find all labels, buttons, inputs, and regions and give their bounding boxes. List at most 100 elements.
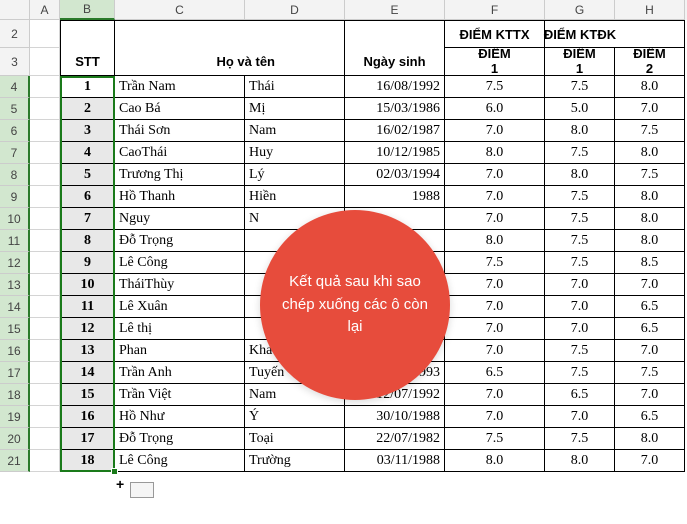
row-header-14[interactable]: 14 (0, 296, 30, 318)
cell-A20[interactable] (30, 428, 60, 450)
cell-ho-17[interactable]: Trần Anh (115, 362, 245, 384)
row-header-8[interactable]: 8 (0, 164, 30, 186)
col-header-A[interactable]: A (30, 0, 60, 20)
cell-stt-11[interactable]: 8 (60, 230, 115, 252)
hdr-ktdk-l[interactable]: ĐIỂM KTĐK (545, 20, 615, 48)
cell-f-9[interactable]: 7.0 (445, 186, 545, 208)
cell-h-15[interactable]: 6.5 (615, 318, 685, 340)
cell-f-14[interactable]: 7.0 (445, 296, 545, 318)
cell-h-21[interactable]: 7.0 (615, 450, 685, 472)
cell-ten-21[interactable]: Trường (245, 450, 345, 472)
cell-ho-10[interactable]: Nguy (115, 208, 245, 230)
cell-h-13[interactable]: 7.0 (615, 274, 685, 296)
row-header-11[interactable]: 11 (0, 230, 30, 252)
row-header-21[interactable]: 21 (0, 450, 30, 472)
row-header-4[interactable]: 4 (0, 76, 30, 98)
cell-f-21[interactable]: 8.0 (445, 450, 545, 472)
row-header-15[interactable]: 15 (0, 318, 30, 340)
autofill-options-button[interactable] (130, 482, 154, 498)
col-header-D[interactable]: D (245, 0, 345, 20)
row-header-16[interactable]: 16 (0, 340, 30, 362)
cell-stt-7[interactable]: 4 (60, 142, 115, 164)
cell-ho-19[interactable]: Hồ Như (115, 406, 245, 428)
cell-stt-12[interactable]: 9 (60, 252, 115, 274)
row-header-20[interactable]: 20 (0, 428, 30, 450)
cell-h-9[interactable]: 8.0 (615, 186, 685, 208)
cell-A4[interactable] (30, 76, 60, 98)
select-all-corner[interactable] (0, 0, 30, 20)
cell-stt-10[interactable]: 7 (60, 208, 115, 230)
row-header-9[interactable]: 9 (0, 186, 30, 208)
cell-stt-18[interactable]: 15 (60, 384, 115, 406)
cell-A12[interactable] (30, 252, 60, 274)
cell-ho-4[interactable]: Trần Nam (115, 76, 245, 98)
cell-h-18[interactable]: 7.0 (615, 384, 685, 406)
col-header-F[interactable]: F (445, 0, 545, 20)
cell-h-17[interactable]: 7.5 (615, 362, 685, 384)
hdr-ktdk-r[interactable] (615, 20, 685, 48)
row-header-18[interactable]: 18 (0, 384, 30, 406)
hdr-kttx[interactable]: ĐIỂM KTTX (445, 20, 545, 48)
cell-A21[interactable] (30, 450, 60, 472)
col-header-E[interactable]: E (345, 0, 445, 20)
hdr-ngaysinh[interactable] (345, 20, 445, 48)
cell-ten-9[interactable]: Hiền (245, 186, 345, 208)
hdr-hovaten2l[interactable]: Họ và tên (115, 48, 245, 76)
cell-g-21[interactable]: 8.0 (545, 450, 615, 472)
cell-f-19[interactable]: 7.0 (445, 406, 545, 428)
cell-ho-7[interactable]: CaoThái (115, 142, 245, 164)
cell-A2[interactable] (30, 20, 60, 48)
cell-ho-12[interactable]: Lê Công (115, 252, 245, 274)
cell-g-4[interactable]: 7.5 (545, 76, 615, 98)
cell-f-6[interactable]: 7.0 (445, 120, 545, 142)
cell-g-5[interactable]: 5.0 (545, 98, 615, 120)
cell-ho-5[interactable]: Cao Bá (115, 98, 245, 120)
cell-stt-15[interactable]: 12 (60, 318, 115, 340)
cell-g-12[interactable]: 7.5 (545, 252, 615, 274)
cell-ns-19[interactable]: 30/10/1988 (345, 406, 445, 428)
cell-ns-21[interactable]: 03/11/1988 (345, 450, 445, 472)
cell-h-16[interactable]: 7.0 (615, 340, 685, 362)
cell-ten-20[interactable]: Toại (245, 428, 345, 450)
cell-ho-15[interactable]: Lê thị (115, 318, 245, 340)
cell-f-7[interactable]: 8.0 (445, 142, 545, 164)
cell-ten-6[interactable]: Nam (245, 120, 345, 142)
cell-g-20[interactable]: 7.5 (545, 428, 615, 450)
cell-h-14[interactable]: 6.5 (615, 296, 685, 318)
col-header-B[interactable]: B (60, 0, 115, 20)
cell-A9[interactable] (30, 186, 60, 208)
cell-ho-13[interactable]: TháiThùy (115, 274, 245, 296)
col-header-H[interactable]: H (615, 0, 685, 20)
cell-A10[interactable] (30, 208, 60, 230)
cell-ho-11[interactable]: Đỗ Trọng (115, 230, 245, 252)
cell-stt-16[interactable]: 13 (60, 340, 115, 362)
cell-h-7[interactable]: 8.0 (615, 142, 685, 164)
cell-g-11[interactable]: 7.5 (545, 230, 615, 252)
cell-A16[interactable] (30, 340, 60, 362)
cell-stt-6[interactable]: 3 (60, 120, 115, 142)
row-header-12[interactable]: 12 (0, 252, 30, 274)
cell-A13[interactable] (30, 274, 60, 296)
cell-ns-7[interactable]: 10/12/1985 (345, 142, 445, 164)
row-header-17[interactable]: 17 (0, 362, 30, 384)
cell-stt-19[interactable]: 16 (60, 406, 115, 428)
cell-f-4[interactable]: 7.5 (445, 76, 545, 98)
row-header-10[interactable]: 10 (0, 208, 30, 230)
cell-A8[interactable] (30, 164, 60, 186)
cell-A11[interactable] (30, 230, 60, 252)
cell-ns-6[interactable]: 16/02/1987 (345, 120, 445, 142)
cell-A18[interactable] (30, 384, 60, 406)
cell-g-7[interactable]: 7.5 (545, 142, 615, 164)
cell-ho-8[interactable]: Trương Thị (115, 164, 245, 186)
row-header-2[interactable]: 2 (0, 20, 30, 48)
hdr-diem-g[interactable]: ĐIỂM1 (545, 48, 615, 76)
hdr-diem-f[interactable]: ĐIỂM1 (445, 48, 545, 76)
cell-h-5[interactable]: 7.0 (615, 98, 685, 120)
cell-ten-8[interactable]: Lý (245, 164, 345, 186)
cell-A3[interactable] (30, 48, 60, 76)
cell-g-16[interactable]: 7.5 (545, 340, 615, 362)
row-header-7[interactable]: 7 (0, 142, 30, 164)
cell-f-18[interactable]: 7.0 (445, 384, 545, 406)
cell-g-9[interactable]: 7.5 (545, 186, 615, 208)
cell-f-10[interactable]: 7.0 (445, 208, 545, 230)
